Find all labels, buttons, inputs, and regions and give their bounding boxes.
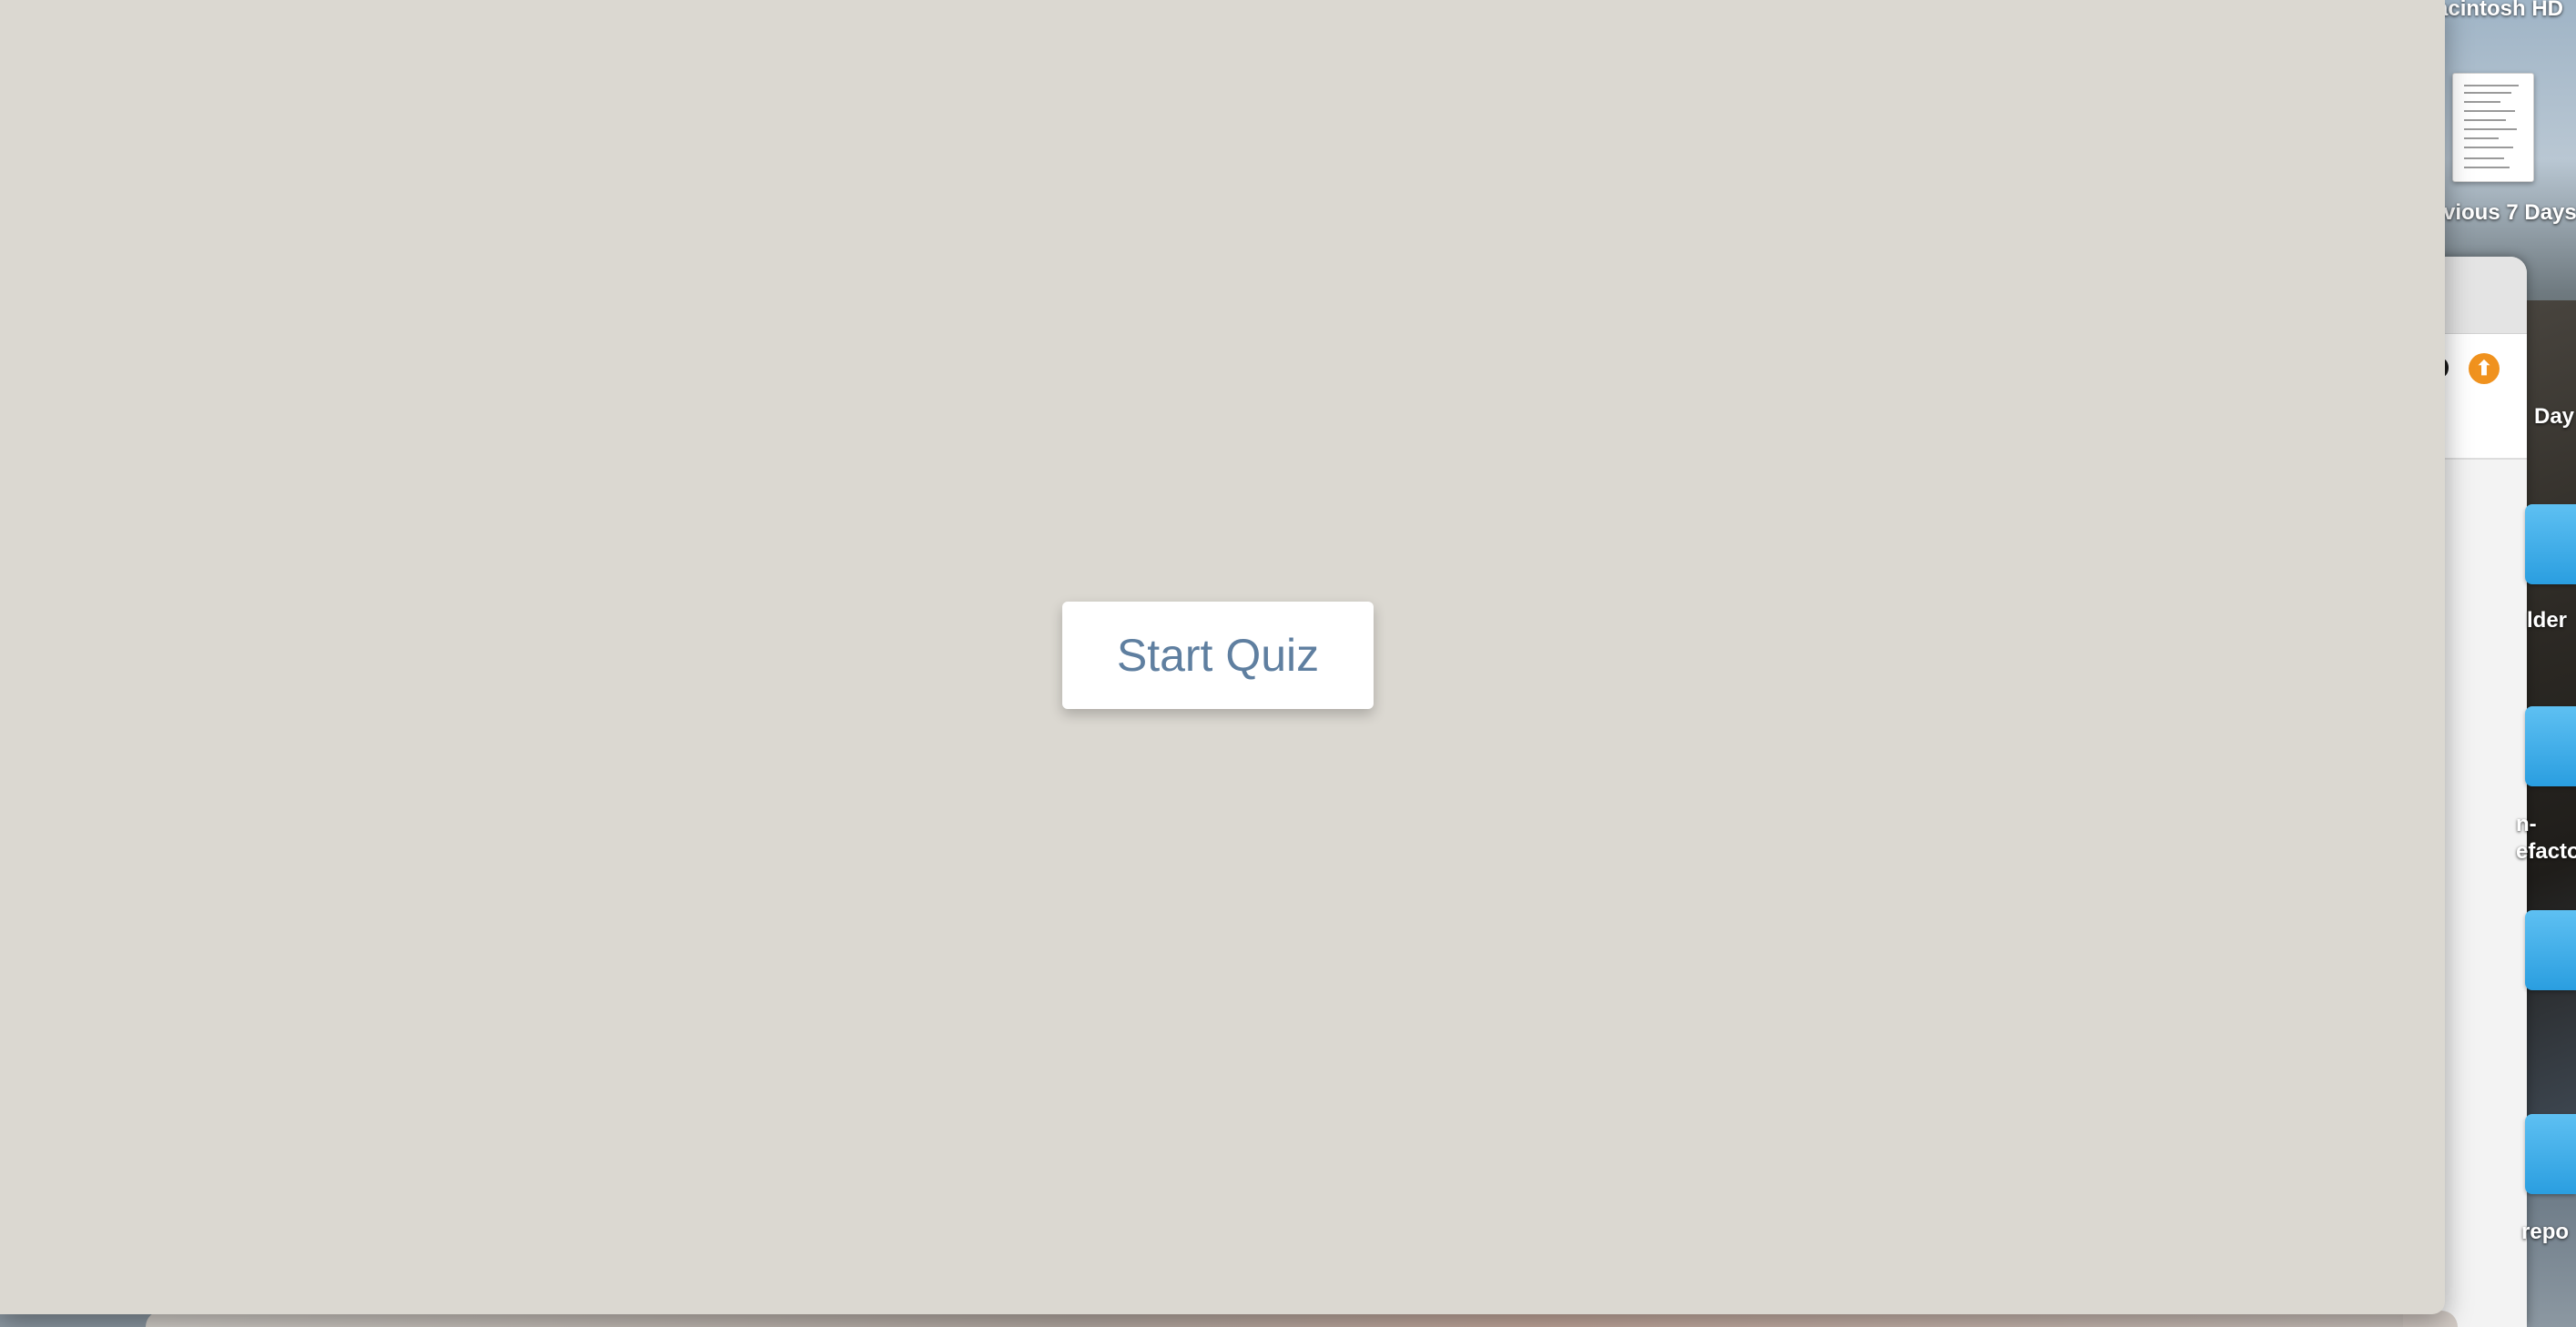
doc-line bbox=[2464, 137, 2499, 139]
doc-line bbox=[2464, 147, 2513, 148]
folder-icon[interactable] bbox=[2525, 1114, 2576, 1194]
desktop-drive-label[interactable]: acintosh HD bbox=[2436, 0, 2563, 22]
document-thumbnail-icon[interactable] bbox=[2452, 73, 2534, 182]
doc-line bbox=[2464, 85, 2519, 86]
desktop-folder-label[interactable]: repo bbox=[2521, 1220, 2569, 1245]
doc-line bbox=[2464, 92, 2511, 94]
doc-line bbox=[2464, 128, 2517, 130]
folder-icon[interactable] bbox=[2525, 706, 2576, 786]
doc-line bbox=[2464, 167, 2510, 168]
folder-icon[interactable] bbox=[2525, 910, 2576, 990]
folder-icon[interactable] bbox=[2525, 504, 2576, 584]
desktop-doc-label[interactable]: vious 7 Days bbox=[2443, 200, 2576, 226]
doc-line bbox=[2464, 110, 2515, 112]
desktop-folder-label[interactable]: lder bbox=[2527, 608, 2567, 633]
upload-icon[interactable]: ⬆ bbox=[2469, 353, 2500, 384]
desktop-folder-label[interactable]: n- bbox=[2516, 812, 2537, 837]
quiz-app-window: Start Quiz bbox=[0, 0, 2445, 1314]
desktop-partial-label[interactable]: Day bbox=[2534, 404, 2574, 430]
start-quiz-button[interactable]: Start Quiz bbox=[1062, 602, 1374, 709]
doc-line bbox=[2464, 157, 2504, 159]
doc-line bbox=[2464, 101, 2500, 103]
doc-line bbox=[2464, 119, 2506, 121]
desktop-folder-label[interactable]: efacto bbox=[2516, 839, 2576, 865]
